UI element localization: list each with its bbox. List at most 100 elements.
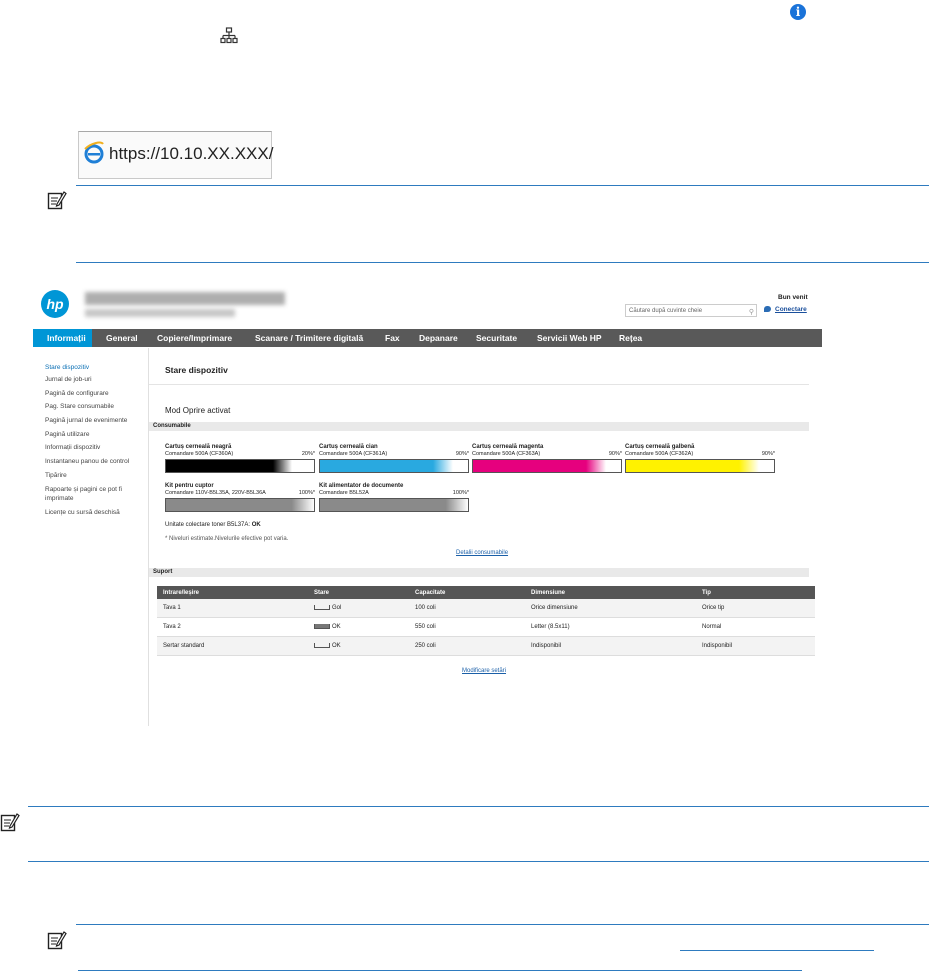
- modify-settings-link[interactable]: Modificare setări: [462, 668, 506, 674]
- note-top-rule: [76, 185, 929, 186]
- table-cell: Normal: [696, 617, 815, 637]
- sidebar-item-jurnal-evenimente[interactable]: Pagină jurnal de evenimente: [45, 417, 127, 424]
- sidebar-item-instantaneu[interactable]: Instantaneu panou de control: [45, 458, 129, 465]
- consumables-details-link[interactable]: Detalii consumabile: [456, 550, 508, 556]
- tab-copiere-imprimare[interactable]: Copiere/Imprimare: [157, 329, 232, 347]
- cartridge-level-fill: [626, 460, 760, 472]
- search-input[interactable]: Căutare după cuvinte cheie ⚲: [625, 304, 757, 317]
- tab-securitate[interactable]: Securitate: [476, 329, 517, 347]
- cartridge-level-fill: [166, 499, 314, 511]
- search-icon[interactable]: ⚲: [749, 306, 754, 319]
- cartridge-order: Comandare B5L52A: [319, 490, 369, 496]
- cartridge-order: Comandare 110V-B5L35A, 220V-B5L36A: [165, 490, 266, 496]
- media-table: Intrare/Ieșire Stare Capacitate Dimensiu…: [157, 586, 815, 656]
- note-bottom-rule: [76, 262, 929, 263]
- sidebar-item-licente[interactable]: Licențe cu sursă deschisă: [45, 509, 120, 516]
- blurred-printer-name: [85, 292, 285, 305]
- info-icon: i: [790, 4, 806, 20]
- title-divider: [149, 384, 809, 385]
- page-title: Stare dispozitiv: [165, 365, 228, 375]
- cartridge-percent: 100%*: [298, 490, 315, 496]
- main-content: Stare dispozitiv Mod Oprire activat Cons…: [149, 348, 822, 726]
- cartridge-level-bar: [319, 459, 469, 473]
- cartridge-order: Comandare 500A (CF361A): [319, 451, 388, 457]
- table-cell: Sertar standard: [157, 636, 308, 656]
- cartridge-order: Comandare 500A (CF360A): [165, 451, 234, 457]
- cartridge-name: Cartuș cerneală neagră: [165, 444, 232, 450]
- table-row: Sertar standard OK 250 coli Indisponibil…: [157, 636, 815, 656]
- tray-empty-icon: [314, 604, 330, 610]
- tab-retea[interactable]: Rețea: [619, 329, 642, 347]
- tab-servicii-web-hp[interactable]: Servicii Web HP: [537, 329, 602, 347]
- tray-full-icon: [314, 623, 330, 629]
- tab-informatii[interactable]: Informații: [33, 329, 92, 347]
- table-cell: Indisponibil: [525, 636, 696, 656]
- toner-collection-status: Unitate colectare toner B5L37A: OK: [165, 522, 261, 528]
- table-cell: Letter (8.5x11): [525, 617, 696, 637]
- cartridge-name: Kit pentru cuptor: [165, 483, 214, 489]
- cartridge-percent: 100%*: [452, 490, 469, 496]
- table-cell: Tava 2: [157, 617, 308, 637]
- sidebar-item-utilizare[interactable]: Pagină utilizare: [45, 431, 89, 438]
- table-header: Dimensiune: [525, 586, 696, 599]
- cartridge-level-fill: [320, 460, 454, 472]
- toner-collection-value: OK: [251, 522, 261, 528]
- tab-fax[interactable]: Fax: [385, 329, 400, 347]
- cartridge-level-bar: [165, 498, 315, 512]
- cartridge-order: Comandare 500A (CF363A): [472, 451, 541, 457]
- table-row: Tava 2 OK 550 coli Letter (8.5x11) Norma…: [157, 617, 815, 637]
- sidebar-item-rapoarte-cont[interactable]: imprimate: [45, 495, 74, 502]
- table-row: Tava 1 Gol 100 coli Orice dimensiune Ori…: [157, 599, 815, 618]
- tray-status: Gol: [332, 605, 342, 612]
- blurred-printer-host: [85, 309, 235, 317]
- table-cell: 550 coli: [409, 617, 525, 637]
- network-icon: [220, 27, 238, 44]
- cartridge-percent: 90%*: [608, 451, 622, 457]
- table-cell: Gol: [308, 599, 409, 618]
- table-header: Capacitate: [409, 586, 525, 599]
- cartridge-name: Cartuș cerneală magenta: [472, 444, 544, 450]
- sign-in-link[interactable]: Conectare: [775, 306, 807, 313]
- table-cell: 250 coli: [409, 636, 525, 656]
- welcome-label: Bun venit: [778, 294, 808, 301]
- cartridge-level-fill: [320, 499, 468, 511]
- tab-scanare[interactable]: Scanare / Trimitere digitală: [255, 329, 363, 347]
- cartridge-percent: 90%*: [455, 451, 469, 457]
- cartridge-level-bar: [165, 459, 315, 473]
- cartridge-name: Cartuș cerneală cian: [319, 444, 378, 450]
- table-cell: Orice tip: [696, 599, 815, 618]
- note-icon: [47, 191, 67, 210]
- cartridge-level-bar: [472, 459, 622, 473]
- sidebar-item-tiparire[interactable]: Tipărire: [45, 472, 67, 479]
- cartridge-level-bar: [319, 498, 469, 512]
- cartridge-level-fill: [473, 460, 607, 472]
- sidebar-item-stare-dispozitiv[interactable]: Stare dispozitiv: [45, 364, 89, 371]
- browser-address-bar[interactable]: https://10.10.XX.XXX/: [78, 131, 274, 179]
- cartridge-percent: 90%*: [761, 451, 775, 457]
- tray-status: OK: [332, 624, 341, 631]
- search-placeholder: Căutare după cuvinte cheie: [629, 308, 703, 314]
- cartridge-level-bar: [625, 459, 775, 473]
- ews-header: hp Căutare după cuvinte cheie ⚲ Bun veni…: [33, 284, 822, 328]
- sidebar-item-informatii-dispozitiv[interactable]: Informații dispozitiv: [45, 444, 100, 451]
- consumables-section-header: Consumabile: [149, 422, 809, 431]
- table-cell: Tava 1: [157, 599, 308, 618]
- note-top-rule: [76, 924, 929, 925]
- table-cell: 100 coli: [409, 599, 525, 618]
- link-underline[interactable]: [78, 970, 802, 971]
- link-underline[interactable]: [680, 950, 874, 951]
- sidebar-item-configurare[interactable]: Pagină de configurare: [45, 390, 109, 397]
- note-bottom-rule: [28, 861, 929, 862]
- cartridge-level-fill: [166, 460, 292, 472]
- sidebar-item-rapoarte[interactable]: Rapoarte și pagini ce pot fi: [45, 486, 122, 493]
- table-cell: Orice dimensiune: [525, 599, 696, 618]
- hp-logo: hp: [41, 290, 69, 318]
- note-icon: [47, 931, 67, 950]
- sidebar-item-stare-consumabile[interactable]: Pag. Stare consumabile: [45, 403, 114, 410]
- cartridge-order: Comandare 500A (CF362A): [625, 451, 694, 457]
- tab-general[interactable]: General: [106, 329, 138, 347]
- tab-depanare[interactable]: Depanare: [419, 329, 458, 347]
- mode-status: Mod Oprire activat: [165, 406, 231, 415]
- sidebar-item-jurnal-job[interactable]: Jurnal de job-uri: [45, 376, 92, 383]
- browser-url: https://10.10.XX.XXX/: [109, 144, 274, 163]
